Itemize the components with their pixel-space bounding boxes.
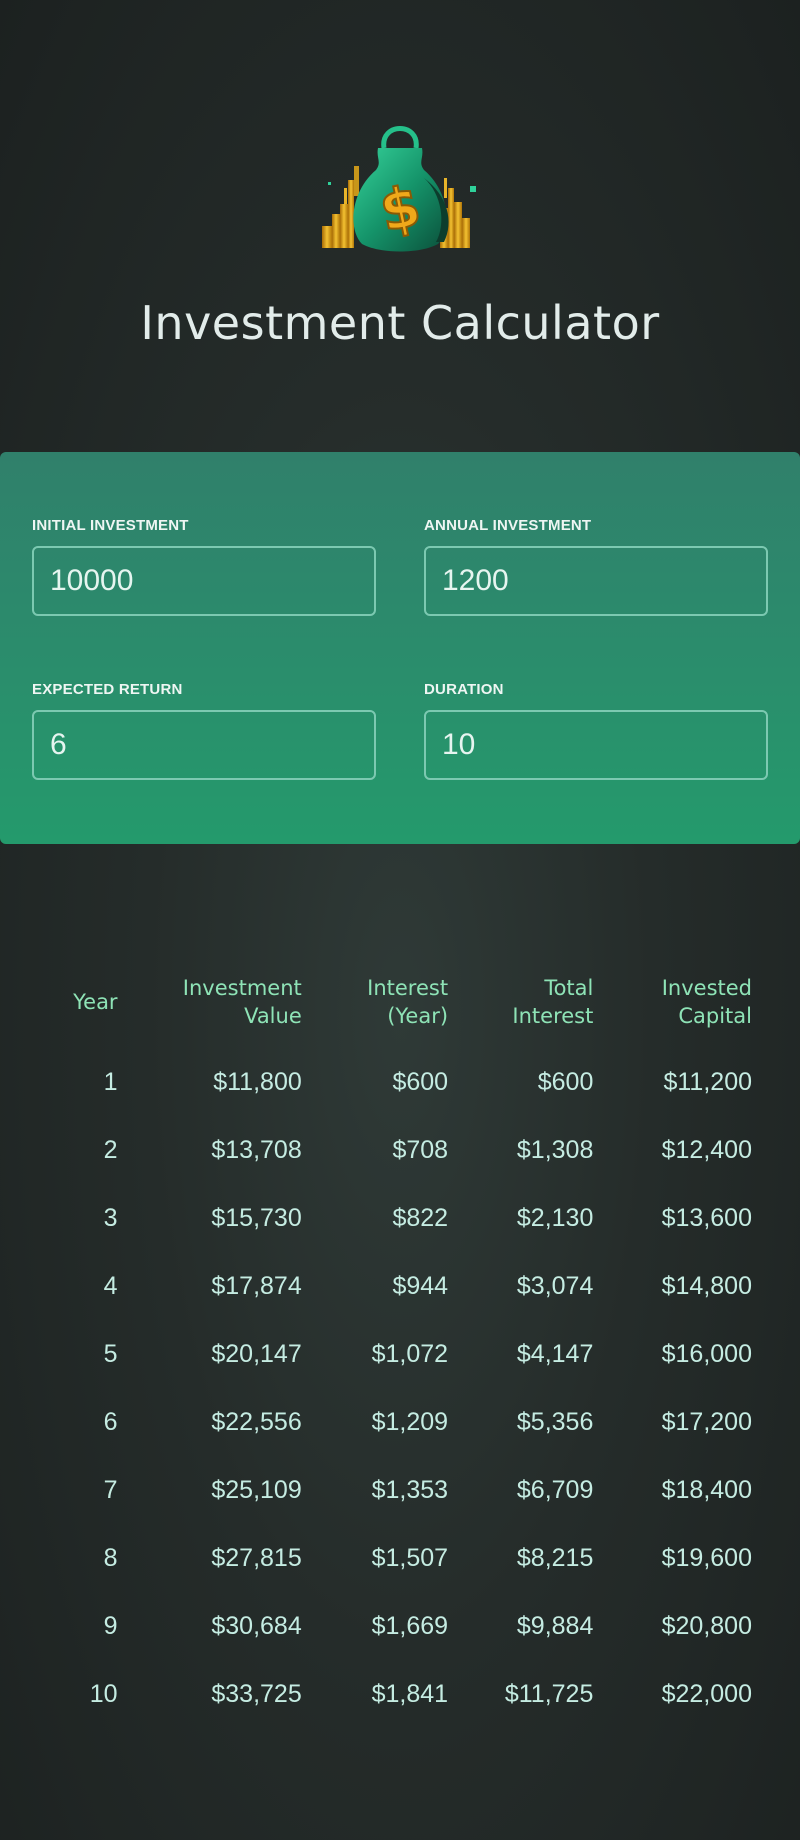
cell-total-interest: $6,709 <box>516 1475 594 1504</box>
cell-year: 10 <box>89 1679 118 1708</box>
table-row: 8 $27,815 $1,507 $8,215 $19,600 <box>48 1524 752 1592</box>
expected-return-input[interactable] <box>32 710 376 780</box>
cell-total-interest: $3,074 <box>516 1271 594 1300</box>
column-header-line1: Interest <box>367 976 449 1000</box>
cell-investment-value: $13,708 <box>211 1135 302 1164</box>
table-row: 2 $13,708 $708 $1,308 $12,400 <box>48 1116 752 1184</box>
cell-interest-year: $1,209 <box>371 1407 449 1436</box>
cell-year: 1 <box>103 1067 118 1096</box>
cell-invested-capital: $19,600 <box>661 1543 752 1572</box>
cell-total-interest: $11,725 <box>504 1679 594 1708</box>
table-row: 9 $30,684 $1,669 $9,884 $20,800 <box>48 1592 752 1660</box>
annual-investment-label: ANNUAL INVESTMENT <box>424 517 592 534</box>
cell-year: 3 <box>103 1203 118 1232</box>
cell-invested-capital: $13,600 <box>661 1203 752 1232</box>
annual-investment-group: ANNUAL INVESTMENT <box>424 517 768 616</box>
cell-interest-year: $600 <box>392 1067 449 1096</box>
cell-investment-value: $22,556 <box>211 1407 302 1436</box>
duration-group: DURATION <box>424 681 768 780</box>
table-row: 6 $22,556 $1,209 $5,356 $17,200 <box>48 1388 752 1456</box>
cell-invested-capital: $14,800 <box>661 1271 752 1300</box>
cell-investment-value: $33,725 <box>211 1679 302 1708</box>
column-header-year-line1: Year <box>73 990 118 1014</box>
cell-year: 2 <box>103 1135 118 1164</box>
cell-investment-value: $20,147 <box>211 1339 302 1368</box>
cell-total-interest: $4,147 <box>516 1339 594 1368</box>
cell-invested-capital: $11,200 <box>663 1067 752 1096</box>
page-title: Investment Calculator <box>140 296 660 350</box>
cell-interest-year: $1,669 <box>371 1611 449 1640</box>
column-header-line1: Invested <box>661 976 752 1000</box>
cell-invested-capital: $20,800 <box>661 1611 752 1640</box>
cell-interest-year: $944 <box>392 1271 449 1300</box>
duration-input[interactable] <box>424 710 768 780</box>
column-header-total-interest: Total Interest <box>448 960 593 1048</box>
results-header-row: Year Investment Value Interest (Year) Tota… <box>48 960 752 1048</box>
cell-interest-year: $1,507 <box>371 1543 449 1572</box>
cell-interest-year: $822 <box>392 1203 449 1232</box>
cell-investment-value: $27,815 <box>211 1543 302 1572</box>
duration-label: DURATION <box>424 681 504 698</box>
column-header-line2: Value <box>244 1004 302 1028</box>
cell-investment-value: $11,800 <box>213 1067 302 1096</box>
results-table: Year Investment Value Interest (Year) Tota… <box>48 960 752 1728</box>
cell-total-interest: $5,356 <box>516 1407 594 1436</box>
table-row: 10 $33,725 $1,841 $11,725 $22,000 <box>48 1660 752 1728</box>
cell-year: 4 <box>103 1271 118 1300</box>
column-header-line2: Interest <box>512 1004 594 1028</box>
cell-investment-value: $15,730 <box>211 1203 302 1232</box>
column-header-line1: Total <box>544 976 594 1000</box>
cell-invested-capital: $16,000 <box>661 1339 752 1368</box>
column-header-year: Year <box>48 960 118 1048</box>
cell-investment-value: $30,684 <box>211 1611 302 1640</box>
cell-year: 9 <box>103 1611 118 1640</box>
cell-investment-value: $17,874 <box>211 1271 302 1300</box>
expected-return-label: EXPECTED RETURN <box>32 681 183 698</box>
app-header: $ Investment Calculator <box>0 0 800 380</box>
column-header-invested-capital: Invested Capital <box>593 960 752 1048</box>
initial-investment-group: INITIAL INVESTMENT <box>32 517 376 616</box>
cell-total-interest: $9,884 <box>516 1611 594 1640</box>
cell-total-interest: $600 <box>537 1067 594 1096</box>
table-row: 3 $15,730 $822 $2,130 $13,600 <box>48 1184 752 1252</box>
cell-year: 8 <box>103 1543 118 1572</box>
user-input-panel: INITIAL INVESTMENT ANNUAL INVESTMENT EXP… <box>0 452 800 844</box>
cell-year: 7 <box>103 1475 118 1504</box>
cell-total-interest: $2,130 <box>516 1203 594 1232</box>
table-row: 5 $20,147 $1,072 $4,147 $16,000 <box>48 1320 752 1388</box>
column-header-line2: Capital <box>678 1004 752 1028</box>
cell-interest-year: $1,353 <box>371 1475 449 1504</box>
column-header-interest-year: Interest (Year) <box>302 960 448 1048</box>
cell-interest-year: $1,841 <box>371 1679 449 1708</box>
initial-investment-label: INITIAL INVESTMENT <box>32 517 189 534</box>
column-header-investment-value: Investment Value <box>118 960 302 1048</box>
cell-year: 5 <box>103 1339 118 1368</box>
cell-total-interest: $8,215 <box>516 1543 594 1572</box>
money-bag-with-coins-icon: $ <box>322 126 476 252</box>
cell-total-interest: $1,308 <box>516 1135 594 1164</box>
cell-interest-year: $708 <box>392 1135 449 1164</box>
cell-year: 6 <box>103 1407 118 1436</box>
cell-investment-value: $25,109 <box>211 1475 302 1504</box>
cell-invested-capital: $18,400 <box>661 1475 752 1504</box>
initial-investment-input[interactable] <box>32 546 376 616</box>
table-row: 1 $11,800 $600 $600 $11,200 <box>48 1048 752 1116</box>
cell-interest-year: $1,072 <box>371 1339 449 1368</box>
annual-investment-input[interactable] <box>424 546 768 616</box>
cell-invested-capital: $17,200 <box>661 1407 752 1436</box>
expected-return-group: EXPECTED RETURN <box>32 681 376 780</box>
table-row: 7 $25,109 $1,353 $6,709 $18,400 <box>48 1456 752 1524</box>
column-header-line2: (Year) <box>387 1004 449 1028</box>
column-header-line1: Investment <box>182 976 302 1000</box>
cell-invested-capital: $22,000 <box>661 1679 752 1708</box>
table-row: 4 $17,874 $944 $3,074 $14,800 <box>48 1252 752 1320</box>
coin-stacks-left <box>322 166 359 248</box>
cell-invested-capital: $12,400 <box>661 1135 752 1164</box>
